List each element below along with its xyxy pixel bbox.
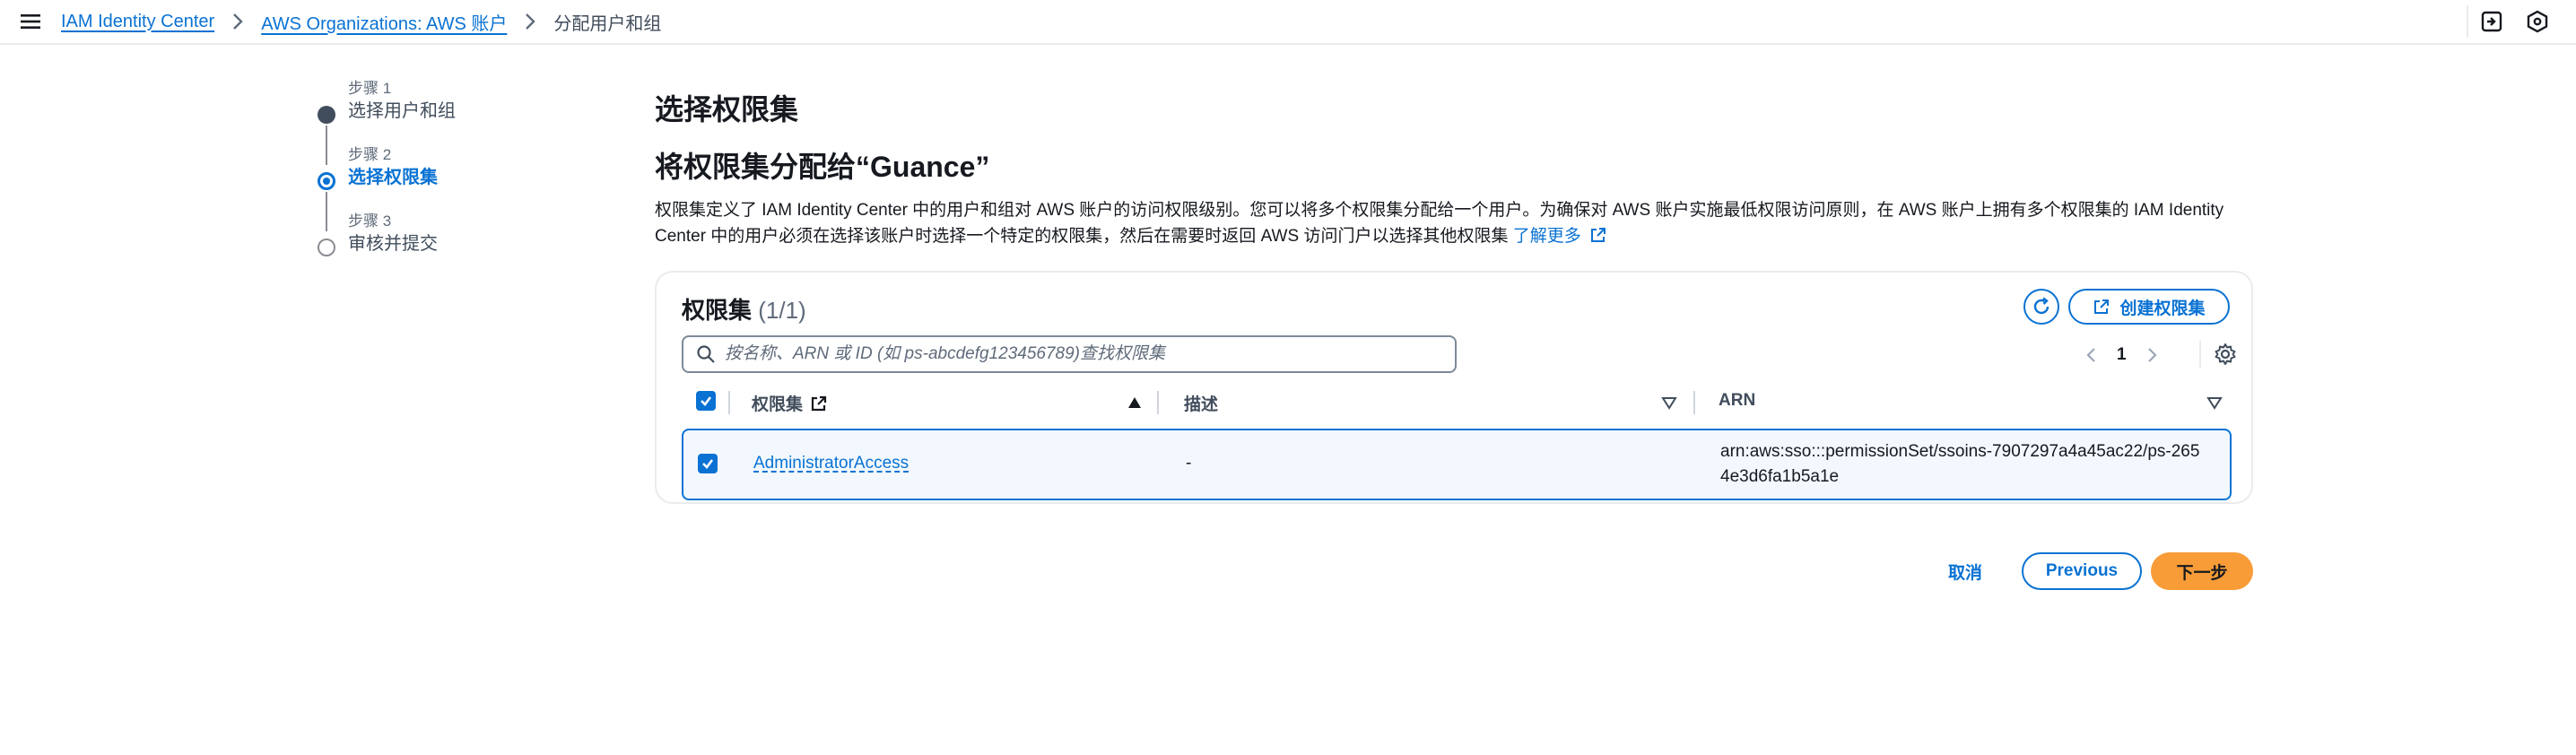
sort-ascending-icon[interactable]: [1127, 395, 1143, 411]
step-title: 选择权限集: [348, 168, 438, 187]
check-icon: [701, 396, 712, 406]
permission-set-name-link[interactable]: AdministratorAccess: [753, 454, 909, 473]
panel-title-text: 权限集: [682, 297, 753, 324]
column-header-name-label: 权限集: [752, 395, 804, 414]
top-navigation-bar: IAM Identity Center AWS Organizations: A…: [0, 0, 2576, 45]
previous-button[interactable]: Previous: [2022, 552, 2142, 590]
search-field: [682, 335, 1457, 373]
permission-set-description: -: [1186, 454, 1192, 473]
section-description: 权限集定义了 IAM Identity Center 中的用户和组对 AWS 账…: [655, 197, 2251, 249]
column-header-arn-label: ARN: [1719, 391, 1756, 410]
help-panel-icon[interactable]: [2525, 9, 2550, 34]
chevron-right-icon: [227, 11, 248, 32]
column-separator: [728, 391, 730, 414]
permission-sets-panel: 权限集 (1/1) 创建权限集 1 权限集: [655, 271, 2253, 504]
step-label: 步骤 1: [348, 80, 392, 97]
breadcrumb-aws-organizations[interactable]: AWS Organizations: AWS 账户: [261, 9, 507, 35]
menu-icon[interactable]: [18, 9, 43, 34]
column-separator: [1693, 391, 1695, 414]
gear-icon[interactable]: [2212, 341, 2239, 368]
table-header: 权限集 描述 ARN: [682, 384, 2232, 420]
search-icon: [697, 345, 715, 363]
step-pending-icon: [318, 239, 335, 256]
create-permission-set-button[interactable]: 创建权限集: [2068, 289, 2230, 325]
step-title[interactable]: 选择用户和组: [348, 99, 583, 124]
breadcrumb: IAM Identity Center AWS Organizations: A…: [61, 0, 661, 43]
breadcrumb-current: 分配用户和组: [553, 13, 662, 34]
selection-count: (1/1): [758, 297, 806, 324]
chevron-right-icon[interactable]: [2143, 346, 2161, 364]
step-label: 步骤 3: [348, 213, 392, 230]
external-link-icon: [1591, 228, 1606, 242]
create-button-label: 创建权限集: [2119, 299, 2206, 318]
sort-icon[interactable]: [1661, 395, 1677, 411]
check-icon: [702, 459, 714, 469]
search-input[interactable]: [725, 344, 1442, 364]
column-header-name[interactable]: 权限集: [752, 391, 828, 415]
page-number[interactable]: 1: [2117, 345, 2127, 365]
refresh-icon: [2033, 297, 2049, 315]
pagination: 1: [2083, 337, 2161, 373]
description-text: 权限集定义了 IAM Identity Center 中的用户和组对 AWS 账…: [655, 201, 2224, 246]
section-title: 将权限集分配给“Guance”: [655, 151, 990, 183]
step-1: 步骤 1 选择用户和组: [314, 79, 583, 165]
permission-set-arn: arn:aws:sso:::permissionSet/ssoins-79072…: [1720, 442, 2200, 486]
breadcrumb-iam-identity-center[interactable]: IAM Identity Center: [61, 12, 214, 32]
step-active-icon: [318, 172, 335, 190]
divider: [2199, 341, 2201, 368]
step-3: 步骤 3 审核并提交: [314, 212, 583, 278]
step-done-icon: [318, 106, 335, 124]
learn-more-link[interactable]: 了解更多: [1513, 227, 1607, 246]
chevron-right-icon: [519, 11, 541, 32]
external-link-icon: [811, 395, 827, 411]
wizard-steps: 步骤 1 选择用户和组 步骤 2 选择权限集 步骤 3 审核并提交: [314, 79, 583, 278]
sort-icon[interactable]: [2206, 395, 2223, 411]
step-title: 审核并提交: [348, 234, 438, 254]
step-label: 步骤 2: [348, 146, 392, 163]
divider: [2467, 5, 2468, 38]
cancel-button[interactable]: 取消: [1948, 552, 1982, 590]
main-content: 选择权限集 将权限集分配给“Guance” 权限集定义了 IAM Identit…: [655, 90, 2251, 249]
column-separator: [1157, 391, 1159, 414]
column-header-description[interactable]: 描述: [1184, 391, 1218, 415]
chevron-left-icon[interactable]: [2083, 346, 2101, 364]
row-checkbox[interactable]: [698, 454, 718, 473]
step-2: 步骤 2 选择权限集: [314, 145, 583, 231]
next-button[interactable]: 下一步: [2151, 552, 2253, 590]
select-all-checkbox[interactable]: [696, 391, 716, 411]
side-panel-icon[interactable]: [2479, 9, 2504, 34]
column-header-description-label: 描述: [1184, 395, 1219, 414]
panel-title: 权限集 (1/1): [682, 292, 806, 325]
page-title: 选择权限集: [655, 93, 799, 126]
refresh-button[interactable]: [2023, 289, 2059, 325]
learn-more-label: 了解更多: [1512, 227, 1581, 246]
external-link-icon: [2094, 299, 2110, 314]
table-row[interactable]: AdministratorAccess - arn:aws:sso:::perm…: [682, 429, 2232, 500]
column-header-arn[interactable]: ARN: [1719, 391, 1755, 411]
